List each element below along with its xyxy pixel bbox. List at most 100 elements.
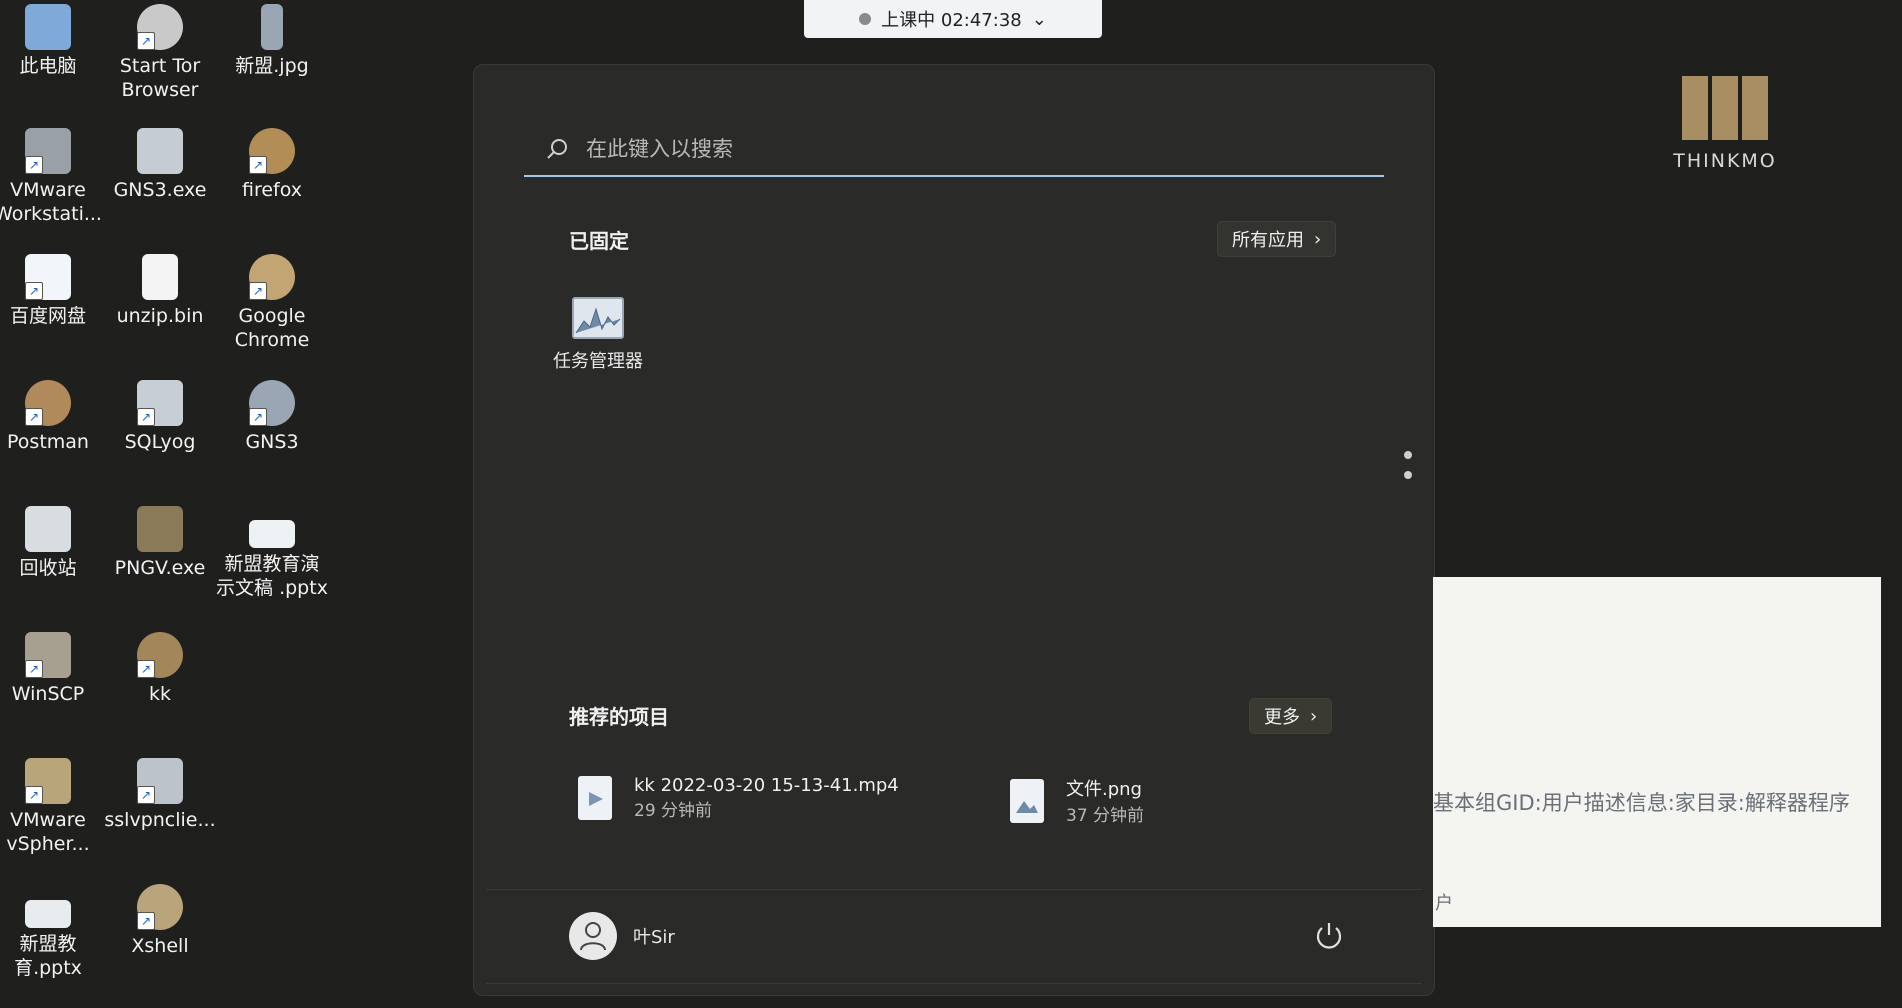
desktop-icon-this-pc[interactable]: 此电脑 xyxy=(0,4,104,78)
desktop-icon-pngv[interactable]: PNGV.exe xyxy=(104,506,216,580)
recommended-title: 推荐的项目 xyxy=(569,705,669,729)
recommended-item-time: 29 分钟前 xyxy=(634,801,713,821)
chevron-right-icon: › xyxy=(1314,228,1322,250)
desktop-icon-sslvpn[interactable]: ↗ sslvpnclie... xyxy=(104,758,216,832)
recording-dot-icon xyxy=(859,13,872,25)
image-file-icon xyxy=(1010,778,1044,823)
tor-browser-icon: ↗ xyxy=(137,4,183,50)
page-indicator[interactable] xyxy=(1404,451,1414,491)
desktop-icon-winscp[interactable]: ↗ WinSCP xyxy=(0,632,104,706)
desktop-icon-label: kk xyxy=(148,683,171,705)
desktop-icon-label: SQLyog xyxy=(124,431,196,453)
document-panel: 基本组GID:用户描述信息:家目录:解释器程序 户 xyxy=(1433,577,1881,927)
desktop-icon-recycle-bin[interactable]: 回收站 xyxy=(0,506,104,580)
document-text-line: 基本组GID:用户描述信息:家目录:解释器程序 xyxy=(1433,791,1850,815)
more-button[interactable]: 更多 › xyxy=(1249,698,1333,734)
recommended-item-time: 37 分钟前 xyxy=(1066,806,1145,826)
desktop-icon-label: GNS3.exe xyxy=(113,179,207,201)
desktop-icon-sqlyog[interactable]: ↗ SQLyog xyxy=(104,380,216,454)
winscp-icon: ↗ xyxy=(25,632,71,678)
desktop-icon-label: VMware vSpher... xyxy=(6,809,90,855)
baidu-netdisk-icon: ↗ xyxy=(25,254,71,300)
recommended-item-name: kk 2022-03-20 15-13-41.mp4 xyxy=(634,775,899,796)
search-icon xyxy=(547,139,567,159)
all-apps-label: 所有应用 xyxy=(1232,230,1304,251)
pinned-app-task-manager[interactable]: 任务管理器 xyxy=(546,297,650,373)
footer-divider xyxy=(486,889,1422,890)
desktop-icon-label: firefox xyxy=(241,179,303,201)
page-dot[interactable] xyxy=(1404,471,1412,479)
start-menu: 已固定 所有应用 › 任务管理器 推荐的项目 更多 › kk 2022-03-2… xyxy=(473,64,1435,996)
desktop-icon-label: PNGV.exe xyxy=(114,557,206,579)
document-text-line: 户 xyxy=(1435,893,1453,914)
session-status-bar[interactable]: 上课中 02:47:38 ⌄ xyxy=(804,0,1102,38)
chevron-down-icon[interactable]: ⌄ xyxy=(1032,9,1047,30)
logo-brand-text: THINKMO xyxy=(1673,150,1777,172)
chrome-icon: ↗ xyxy=(249,254,295,300)
desktop-icon-label: 此电脑 xyxy=(19,55,77,77)
desktop-icon-tor-browser[interactable]: ↗ Start Tor Browser xyxy=(104,4,216,102)
desktop-icon-gns3-exe[interactable]: GNS3.exe xyxy=(104,128,216,202)
desktop-icon-label: Xshell xyxy=(131,935,189,957)
gns3-icon: ↗ xyxy=(249,380,295,426)
computer-icon xyxy=(25,4,71,50)
search-box[interactable] xyxy=(524,123,1384,177)
recommended-item-name: 文件.png xyxy=(1066,779,1142,800)
power-icon xyxy=(1316,923,1342,949)
firefox-icon: ↗ xyxy=(249,128,295,174)
user-account-button[interactable]: 叶Sir xyxy=(569,912,675,960)
desktop-icon-postman[interactable]: ↗ Postman xyxy=(0,380,104,454)
image-file-icon xyxy=(261,4,283,50)
desktop-icon-xinmeng-jpg[interactable]: 新盟.jpg xyxy=(216,4,328,78)
desktop-icon-label: 新盟教育演示文稿 .pptx xyxy=(216,553,328,599)
pptx-icon xyxy=(25,900,71,928)
sslvpn-icon: ↗ xyxy=(137,758,183,804)
thinkmo-logo: THINKMO xyxy=(1652,76,1798,172)
all-apps-button[interactable]: 所有应用 › xyxy=(1217,221,1337,257)
pinned-app-label: 任务管理器 xyxy=(553,351,643,372)
vsphere-icon: ↗ xyxy=(25,758,71,804)
chevron-right-icon: › xyxy=(1310,705,1318,727)
desktop-icon-label: Postman xyxy=(7,431,89,453)
sqlyog-icon: ↗ xyxy=(137,380,183,426)
desktop-icon-label: 新盟.jpg xyxy=(235,55,309,77)
desktop-icon-unzip-bin[interactable]: unzip.bin xyxy=(104,254,216,328)
search-input[interactable] xyxy=(584,136,1288,162)
desktop-icon-xinmeng-pptx[interactable]: 新盟教育.pptx xyxy=(0,900,104,980)
desktop-icon-label: 百度网盘 xyxy=(9,305,86,327)
vmware-icon: ↗ xyxy=(25,128,71,174)
desktop-icon-kk[interactable]: ↗ kk xyxy=(104,632,216,706)
page-dot[interactable] xyxy=(1404,451,1412,459)
desktop-icon-gns3[interactable]: ↗ GNS3 xyxy=(216,380,328,454)
recycle-bin-icon xyxy=(25,506,71,552)
desktop-icon-label: 回收站 xyxy=(19,557,77,579)
desktop-icon-vmware-workstation[interactable]: ↗ VMware Workstati... xyxy=(0,128,104,226)
desktop-icon-label: unzip.bin xyxy=(116,305,204,327)
recommended-item[interactable]: 文件.png 37 分钟前 xyxy=(1010,775,1144,826)
desktop-icon-label: sslvpnclie... xyxy=(104,809,216,831)
desktop-icon-label: WinSCP xyxy=(11,683,85,705)
logo-mark-icon xyxy=(1682,76,1768,140)
power-button[interactable] xyxy=(1312,919,1346,953)
file-icon xyxy=(142,254,178,300)
more-label: 更多 xyxy=(1264,707,1300,728)
desktop-icon-baidu-netdisk[interactable]: ↗ 百度网盘 xyxy=(0,254,104,328)
desktop-icon-label: Start Tor Browser xyxy=(119,55,201,101)
desktop-icon-label: VMware Workstati... xyxy=(0,179,102,225)
kk-icon: ↗ xyxy=(137,632,183,678)
desktop-icon-firefox[interactable]: ↗ firefox xyxy=(216,128,328,202)
postman-icon: ↗ xyxy=(25,380,71,426)
desktop-icon-google-chrome[interactable]: ↗ Google Chrome xyxy=(216,254,328,352)
recommended-item[interactable]: kk 2022-03-20 15-13-41.mp4 29 分钟前 xyxy=(578,775,899,821)
desktop-icon-xinmeng-demo-pptx[interactable]: 新盟教育演示文稿 .pptx xyxy=(216,520,328,600)
bottom-divider xyxy=(486,983,1422,984)
gns3-installer-icon xyxy=(137,128,183,174)
pngv-icon xyxy=(137,506,183,552)
desktop-icon-label: GNS3 xyxy=(245,431,299,453)
desktop-icon-xshell[interactable]: ↗ Xshell xyxy=(104,884,216,958)
desktop-icon-label: 新盟教育.pptx xyxy=(14,933,82,979)
desktop-icon-vmware-vsphere[interactable]: ↗ VMware vSpher... xyxy=(0,758,104,856)
session-status-text: 上课中 02:47:38 xyxy=(881,10,1022,31)
pptx-icon xyxy=(249,520,295,548)
video-file-icon xyxy=(578,776,612,820)
